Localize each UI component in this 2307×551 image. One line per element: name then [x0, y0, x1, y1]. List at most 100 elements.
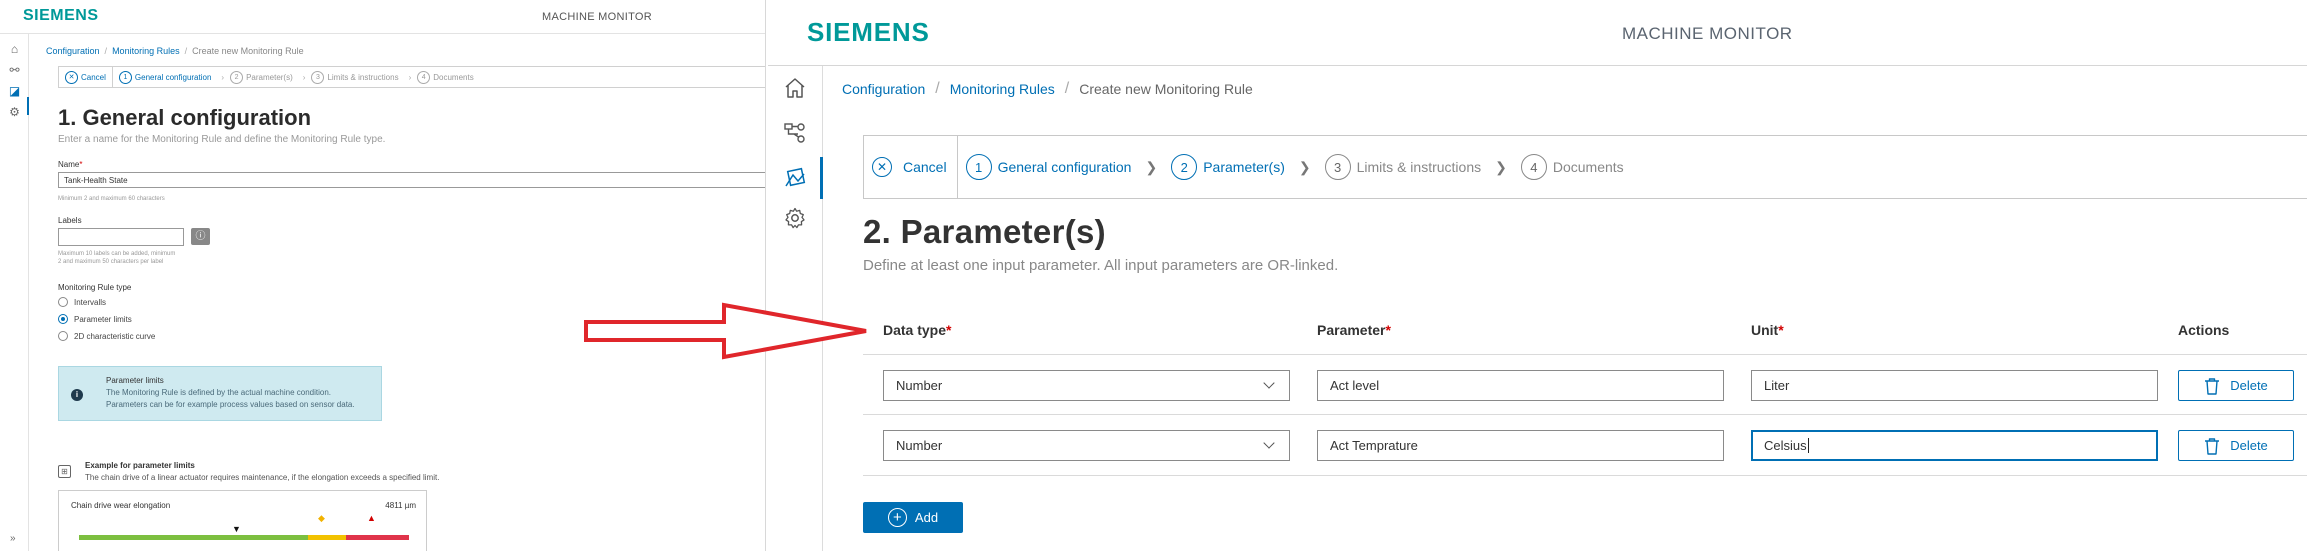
left-step-3[interactable]: 3 Limits & instructions [311, 70, 399, 84]
active-nav-indicator [820, 157, 823, 199]
hierarchy-icon[interactable]: ⚯ [8, 64, 21, 77]
current-value-marker-icon: ▼ [232, 524, 241, 534]
column-header-actions: Actions [2178, 322, 2230, 338]
breadcrumb-configuration[interactable]: Configuration [842, 81, 925, 97]
breadcrumb-separator: / [935, 80, 940, 97]
monitoring-rules-icon[interactable] [783, 166, 807, 190]
home-icon[interactable]: ⌂ [8, 43, 21, 56]
info-box-text-1: The Monitoring Rule is defined by the ac… [106, 388, 332, 397]
left-breadcrumb-configuration[interactable]: Configuration [46, 46, 100, 56]
chevron-right-icon: › [408, 72, 412, 82]
scale-red-segment [346, 535, 409, 540]
chevron-right-icon: ❯ [1145, 158, 1158, 175]
info-box-text-2: Parameters can be for example process va… [106, 400, 355, 409]
text-cursor [1807, 438, 1809, 453]
chevron-right-icon: › [221, 72, 225, 82]
left-page-subtitle: Enter a name for the Monitoring Rule and… [58, 134, 386, 145]
radio-intervalls[interactable]: Intervalls [58, 297, 106, 307]
info-icon[interactable]: ⓘ [191, 228, 210, 245]
column-header-unit: Unit* [1751, 322, 1784, 338]
gear-icon[interactable]: ⚙ [8, 106, 21, 119]
chevron-right-icon: ❯ [1495, 158, 1507, 175]
trash-icon [2205, 377, 2220, 395]
left-siemens-logo: SIEMENS [23, 7, 99, 24]
left-stepper: ✕ Cancel 1 General configuration › 2 Parame… [58, 66, 765, 88]
labels-hint-1: Maximum 10 labels can be added, minimum [58, 251, 176, 257]
step-general-configuration[interactable]: 1 General configuration [965, 154, 1131, 180]
header: SIEMENS MACHINE MONITOR [768, 0, 2307, 66]
step-parameters[interactable]: 2 Parameter(s) [1171, 154, 1285, 180]
parameter-input[interactable]: Act level [1317, 370, 1724, 401]
left-step-1[interactable]: 1 General configuration [118, 70, 211, 84]
labels-input[interactable] [58, 228, 184, 246]
cancel-label: Cancel [903, 159, 947, 175]
delete-button[interactable]: Delete [2178, 370, 2294, 401]
left-breadcrumb: Configuration / Monitoring Rules / Create ne… [46, 46, 304, 56]
example-title: Example for parameter limits [85, 461, 195, 470]
radio-parameter-limits[interactable]: Parameter limits [58, 314, 132, 324]
siemens-logo: SIEMENS [807, 17, 930, 47]
app-title: MACHINE MONITOR [1622, 24, 1793, 43]
left-cancel-button[interactable]: ✕ Cancel [59, 67, 113, 87]
name-hint: Minimum 2 and maximum 60 characters [58, 196, 165, 202]
parameter-limits-info-box: i Parameter limits The Monitoring Rule i… [58, 366, 382, 421]
left-header: SIEMENS MACHINE MONITOR [0, 0, 765, 34]
unit-input-focused[interactable]: Celsius [1751, 430, 2158, 461]
right-screenshot-panel: SIEMENS MACHINE MONITOR Configuration / … [768, 0, 2307, 551]
left-breadcrumb-monitoring-rules[interactable]: Monitoring Rules [112, 46, 180, 56]
chevron-down-icon [1263, 437, 1275, 449]
page-title: 2. Parameter(s) [863, 213, 1106, 250]
alarm-marker-icon: ▲ [367, 513, 376, 523]
annotation-arrow-icon [584, 302, 867, 360]
left-nav-rail: ⌂ ⚯ ◪ ⚙ [0, 34, 29, 551]
name-input[interactable]: Tank-Health State [58, 172, 765, 188]
add-parameter-button[interactable]: + Add [863, 502, 963, 533]
info-box-title: Parameter limits [106, 376, 164, 385]
row-divider [863, 414, 2307, 415]
rule-type-label: Monitoring Rule type [58, 283, 132, 292]
delete-button[interactable]: Delete [2178, 430, 2294, 461]
row-divider [863, 354, 2307, 355]
unit-input[interactable]: Liter [1751, 370, 2158, 401]
column-header-data-type: Data type* [883, 322, 952, 338]
data-type-select[interactable]: Number [883, 370, 1290, 401]
column-header-parameter: Parameter* [1317, 322, 1391, 338]
breadcrumb-current: Create new Monitoring Rule [1079, 81, 1253, 97]
parameter-input[interactable]: Act Temprature [1317, 430, 1724, 461]
breadcrumb: Configuration / Monitoring Rules / Creat… [842, 80, 1253, 98]
gear-icon[interactable] [783, 206, 807, 230]
cancel-button[interactable]: ✕ Cancel [864, 136, 958, 198]
left-app-title: MACHINE MONITOR [542, 11, 653, 23]
row-divider [863, 475, 2307, 476]
chart-icon: ⊞ [58, 465, 71, 478]
radio-2d-curve[interactable]: 2D characteristic curve [58, 331, 155, 341]
trash-icon [2205, 437, 2220, 455]
name-label: Name* [58, 160, 83, 169]
example-chart-title: Chain drive wear elongation [71, 501, 171, 510]
example-text: The chain drive of a linear actuator req… [85, 473, 440, 482]
left-step-2[interactable]: 2 Parameter(s) [230, 70, 293, 84]
labels-label: Labels [58, 216, 82, 225]
left-page-title: 1. General configuration [58, 105, 312, 130]
breadcrumb-monitoring-rules[interactable]: Monitoring Rules [950, 81, 1055, 97]
left-active-indicator [27, 97, 29, 115]
step-documents[interactable]: 4 Documents [1520, 154, 1624, 180]
breadcrumb-separator: / [1064, 80, 1070, 97]
chevron-down-icon [1263, 377, 1275, 389]
chevron-right-icon: ❯ [1298, 158, 1311, 175]
scale-green-segment [79, 535, 308, 540]
chevron-right-icon: › [302, 72, 306, 82]
page-subtitle: Define at least one input parameter. All… [863, 257, 1339, 274]
data-type-select[interactable]: Number [883, 430, 1290, 461]
example-chart: Chain drive wear elongation 4811 µm ▼ ◆ … [58, 490, 427, 551]
left-breadcrumb-current: Create new Monitoring Rule [192, 46, 304, 56]
close-icon: ✕ [872, 157, 892, 177]
hierarchy-icon[interactable] [783, 121, 807, 145]
monitoring-rules-icon[interactable]: ◪ [8, 85, 21, 98]
scale-yellow-segment [308, 535, 346, 540]
left-step-4[interactable]: 4 Documents [417, 70, 474, 84]
home-icon[interactable] [783, 76, 807, 100]
expand-rail-icon[interactable]: » [10, 533, 16, 544]
plus-icon: + [887, 508, 907, 527]
step-limits-instructions[interactable]: 3 Limits & instructions [1324, 154, 1481, 180]
